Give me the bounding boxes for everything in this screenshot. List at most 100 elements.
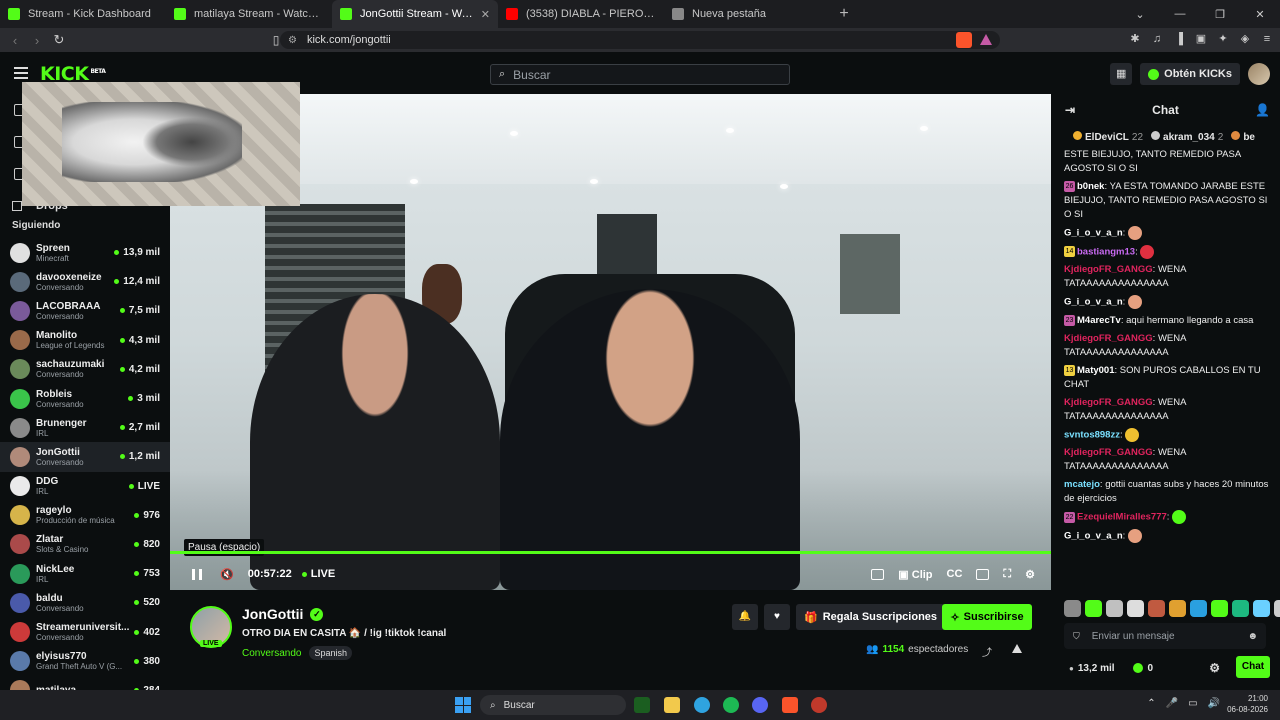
chat-username[interactable]: bastiangm13 [1077, 246, 1135, 257]
chat-username[interactable]: KjdiegoFR_GANGG [1064, 264, 1153, 275]
emote-icon[interactable] [1232, 600, 1249, 617]
sidebar-channel[interactable]: davooxeneize Conversando 12,4 mil [0, 267, 170, 296]
theater-mode-icon[interactable] [976, 568, 990, 580]
search-input[interactable]: ⌕ Buscar [490, 64, 790, 85]
chat-username[interactable]: G_i_o_v_a_n [1064, 228, 1123, 239]
reload-icon[interactable]: ↻ [48, 32, 70, 48]
live-indicator[interactable]: LIVE [302, 568, 335, 580]
user-avatar[interactable] [1248, 63, 1270, 85]
nvidia-icon[interactable] [634, 697, 650, 713]
settings-icon[interactable]: ⚙ [1025, 568, 1035, 581]
share-icon[interactable]: ⤴ [982, 644, 992, 659]
file-explorer-icon[interactable] [664, 697, 680, 713]
emote-icon[interactable] [1169, 600, 1186, 617]
chat-username[interactable]: G_i_o_v_a_n [1064, 297, 1123, 308]
chat-settings-icon[interactable]: ⚙ [1209, 661, 1220, 675]
brave-taskbar-icon[interactable] [782, 697, 798, 713]
pause-button[interactable] [192, 568, 202, 580]
clock[interactable]: 21:00 06-08-2026 [1227, 693, 1268, 715]
subscribe-button[interactable]: ✧ Suscribirse [942, 604, 1032, 630]
wallet-icon[interactable]: ▣ [1194, 32, 1208, 46]
network-icon[interactable]: ▭ [1188, 698, 1197, 709]
gift-subs-button[interactable]: 🎁 Regala Suscripciones [796, 604, 946, 630]
sidebar-channel[interactable]: sachauzumaki Conversando 4,2 mil [0, 355, 170, 384]
sidebar-toggle-icon[interactable]: ▐ [1172, 32, 1186, 46]
chat-username[interactable]: KjdiegoFR_GANGG [1064, 397, 1153, 408]
sidebar-channel[interactable]: Spreen Minecraft 13,9 mil [0, 238, 170, 267]
stream-category[interactable]: Conversando [242, 648, 301, 659]
vpn-icon[interactable]: ◈ [1238, 32, 1252, 46]
emote-icon[interactable] [1127, 600, 1144, 617]
sidebar-channel[interactable]: Zlatar Slots & Casino 820 [0, 530, 170, 559]
hamburger-menu-icon[interactable] [14, 67, 28, 82]
chat-username[interactable]: KjdiegoFR_GANGG [1064, 447, 1153, 458]
fullscreen-icon[interactable]: ⛶ [1003, 568, 1011, 581]
edge-icon[interactable] [694, 697, 710, 713]
leo-icon[interactable]: ✦ [1216, 32, 1230, 46]
captions-icon[interactable]: CC [947, 568, 963, 580]
chat-username[interactable]: b0nek [1077, 181, 1104, 192]
chat-username[interactable]: EzequielMiralles777 [1077, 512, 1167, 523]
chat-username[interactable]: Maty001 [1077, 365, 1115, 376]
forward-icon[interactable]: › [26, 33, 48, 48]
emote-icon[interactable] [1211, 600, 1228, 617]
miniplayer-icon[interactable] [871, 568, 885, 580]
follow-heart-icon[interactable]: ♥ [764, 604, 790, 630]
progress-bar[interactable] [170, 551, 1051, 554]
chat-users-icon[interactable]: 👤 [1255, 103, 1270, 117]
sidebar-channel[interactable]: elyisus770 Grand Theft Auto V (G... 380 [0, 647, 170, 676]
emoji-picker-icon[interactable]: ☻ [1247, 631, 1258, 642]
browser-tab[interactable]: matilaya Stream - Watch Live on Kick [166, 0, 332, 28]
sidebar-channel[interactable]: JonGottii Conversando 1,2 mil [0, 442, 170, 472]
volume-icon[interactable]: 🔊 [1208, 698, 1220, 709]
emote-icon[interactable] [1190, 600, 1207, 617]
tray-chevron-icon[interactable]: ⌃ [1147, 698, 1155, 709]
emote-icon[interactable] [1085, 600, 1102, 617]
emote-icon[interactable] [1253, 600, 1270, 617]
sidebar-channel[interactable]: LACOBRAAA Conversando 7,5 mil [0, 296, 170, 325]
spotify-icon[interactable] [723, 697, 739, 713]
chat-username[interactable]: mcatejo [1064, 479, 1100, 490]
microphone-icon[interactable]: 🎤 [1166, 698, 1178, 709]
sidebar-channel[interactable]: Streameruniversit... Conversando 402 [0, 617, 170, 646]
taskbar-search[interactable]: ⌕ Buscar [480, 695, 626, 715]
get-kicks-button[interactable]: Obtén KICKs [1140, 63, 1240, 85]
brave-rewards-icon[interactable] [980, 34, 992, 45]
maximize-icon[interactable]: ❐ [1200, 8, 1240, 21]
sidebar-channel[interactable]: Robleis Conversando 3 mil [0, 384, 170, 413]
collapse-chat-icon[interactable]: ⇥ [1065, 103, 1075, 117]
chat-message-input[interactable]: ⛉ Enviar un mensaje ☻ [1064, 623, 1266, 649]
top-gifter[interactable]: akram_034 2 [1151, 131, 1223, 143]
kicks-balance[interactable]: 0 [1133, 663, 1154, 674]
mute-icon[interactable]: 🔇 [220, 568, 234, 581]
chevron-down-icon[interactable]: ⌄ [1120, 8, 1160, 21]
send-chat-button[interactable]: Chat [1236, 656, 1270, 678]
new-tab-icon[interactable]: + [830, 5, 858, 23]
notification-bell-icon[interactable]: 🔔 [732, 604, 758, 630]
sidebar-channel[interactable]: Brunenger IRL 2,7 mil [0, 413, 170, 442]
brave-shields-icon[interactable] [956, 32, 972, 48]
video-player[interactable]: Pausa (espacio) 🔇 00:57:22 LIVE ▣ Clip C… [170, 94, 1051, 590]
media-icon[interactable]: ♫ [1150, 32, 1164, 46]
browser-tab[interactable]: Nueva pestaña [664, 0, 830, 28]
browser-tab[interactable]: (3538) DIABLA - PIERO47 FEAT. JI [498, 0, 664, 28]
chat-username[interactable]: svntos898zz [1064, 429, 1120, 440]
windows-start-icon[interactable] [455, 697, 471, 713]
extensions-icon[interactable]: ✱ [1128, 32, 1142, 46]
minimize-icon[interactable]: — [1160, 8, 1200, 20]
discord-icon[interactable] [752, 697, 768, 713]
menu-icon[interactable]: ≡ [1260, 32, 1274, 46]
channel-points[interactable]: 13,2 mil [1069, 663, 1115, 674]
chat-username[interactable]: M4arecTv [1077, 315, 1121, 326]
site-info-icon[interactable]: ⚙ [288, 35, 297, 46]
top-gifter[interactable]: be [1231, 131, 1258, 143]
sidebar-channel[interactable]: NickLee IRL 753 [0, 559, 170, 588]
emote-icon[interactable] [1106, 600, 1123, 617]
dashboard-icon[interactable]: ▦ [1110, 63, 1133, 85]
sidebar-channel[interactable]: DDG IRL LIVE [0, 472, 170, 501]
chat-rules-icon[interactable]: ⛉ [1073, 631, 1080, 642]
chat-username[interactable]: G_i_o_v_a_n [1064, 530, 1123, 541]
browser-tab[interactable]: JonGottii Stream - Watch Live on Kick ✕ [332, 0, 498, 28]
back-icon[interactable]: ‹ [4, 33, 26, 48]
close-icon[interactable]: ✕ [1240, 8, 1280, 21]
